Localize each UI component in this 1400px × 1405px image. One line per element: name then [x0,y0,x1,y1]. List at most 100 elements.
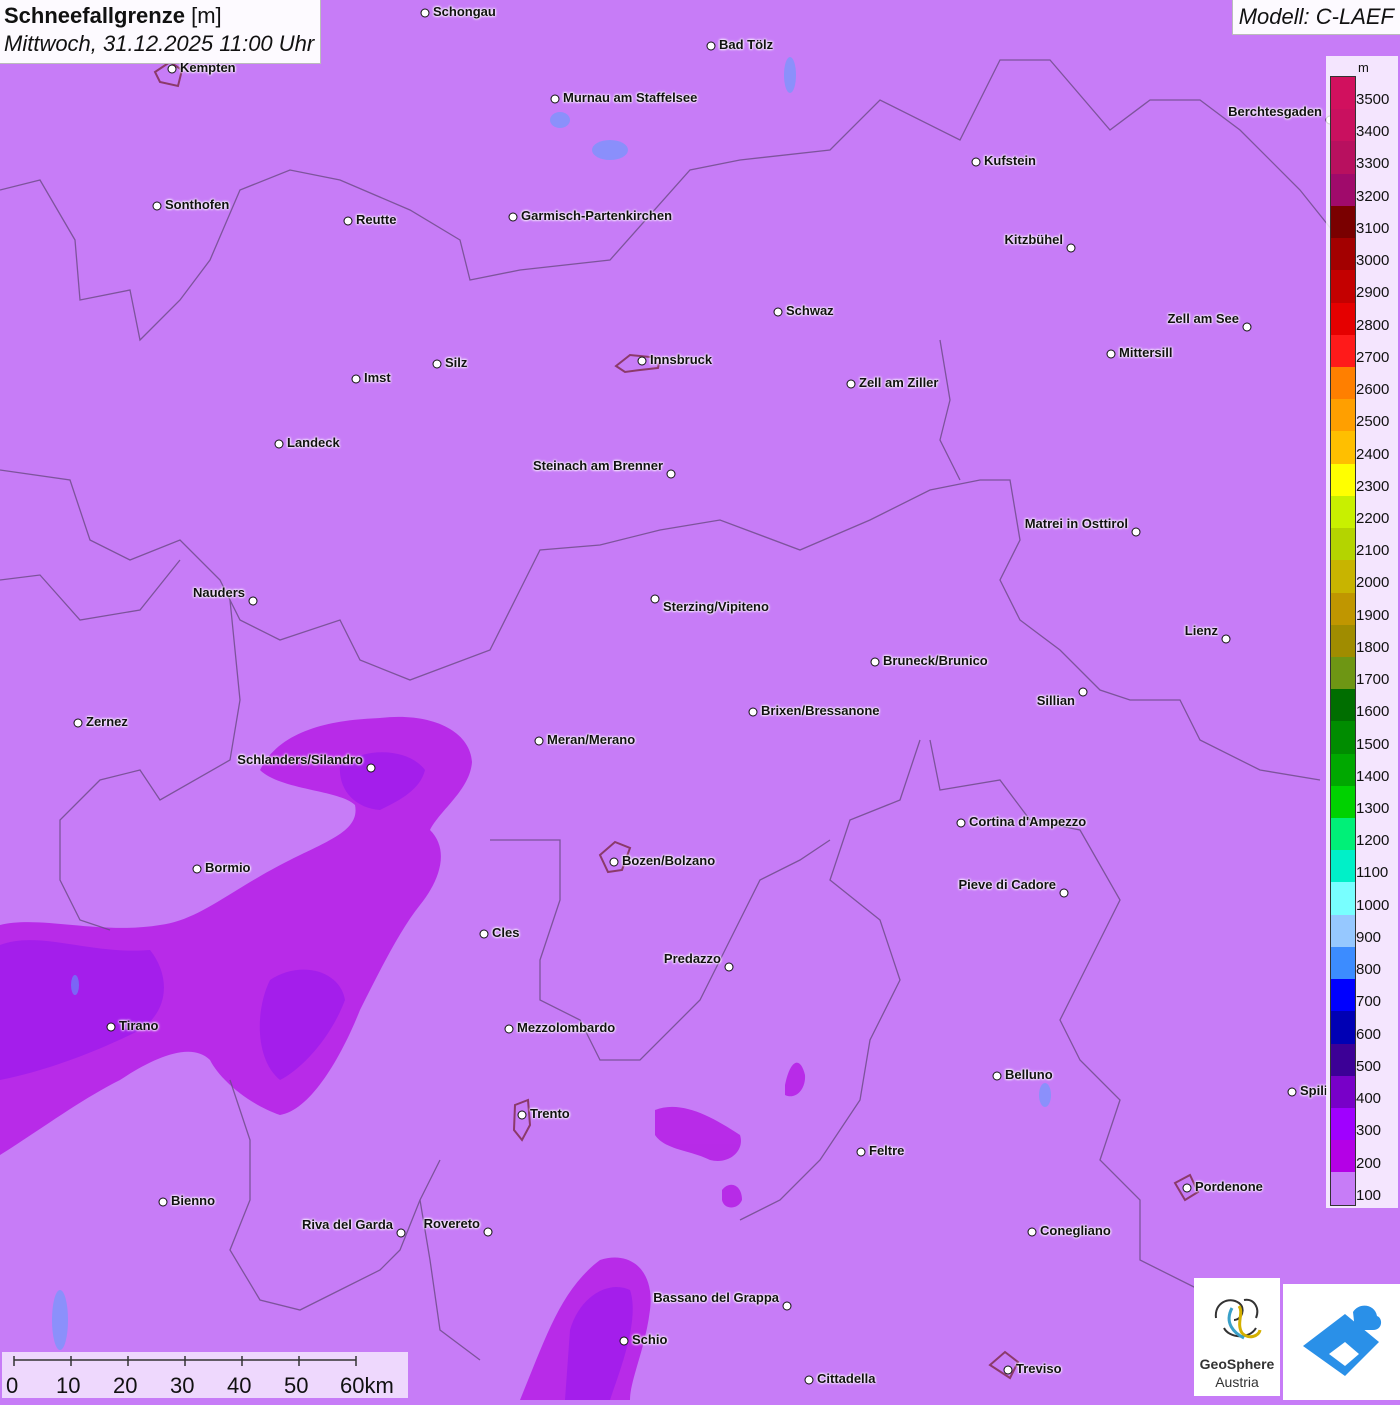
legend-color-step [1331,1108,1355,1141]
scale-tick-label: 50 [284,1373,309,1398]
city-marker [1066,243,1076,253]
city-label: Mezzolombardo [517,1020,616,1035]
city-marker [504,1024,514,1034]
city-label: Predazzo [663,951,721,966]
city-label: Cortina d'Ampezzo [969,814,1087,829]
city-marker [706,41,716,51]
city-label: Steinach am Brenner [532,458,663,473]
city-label: Riva del Garda [301,1217,393,1232]
legend-tick-label: 300 [1356,1122,1382,1140]
scale-tick-label: 30 [170,1373,195,1398]
logo-text-line1: GeoSphere [1199,1356,1275,1372]
city-label: Schlanders/Silandro [237,752,363,767]
city-label: Bormio [205,860,251,875]
city-marker [479,929,489,939]
city-label: Berchtesgaden [1228,104,1322,119]
lake [52,1290,68,1350]
city-marker [106,1022,116,1032]
city-label: Tirano [119,1018,159,1033]
legend-tick-label: 2500 [1356,413,1390,431]
city-label: Treviso [1016,1361,1062,1376]
legend-tick-label: 3400 [1356,123,1390,141]
legend-tick-label: 2600 [1356,381,1390,399]
city-marker [1287,1087,1297,1097]
lake [784,57,796,93]
city-marker [846,379,856,389]
legend-tick-label: 1700 [1356,671,1390,689]
city-label: Cles [492,925,520,940]
city-marker [534,736,544,746]
city-label: Landeck [287,435,340,450]
city-label: Zernez [86,714,128,729]
city-marker [366,763,376,773]
geosphere-logo-icon [1214,1298,1262,1340]
city-label: Silz [445,355,468,370]
legend-tick-label: 200 [1356,1154,1382,1172]
legend-color-step [1331,463,1355,496]
city-marker [650,594,660,604]
map-datetime: Mittwoch, 31.12.2025 11:00 Uhr [4,31,315,56]
city-label: Zell am Ziller [859,375,939,390]
legend-tick-label: 800 [1356,961,1382,979]
city-marker [1182,1183,1192,1193]
city-marker [248,596,258,606]
city-label: Rovereto [423,1216,480,1231]
city-marker [517,1110,527,1120]
scale-tick-label: 40 [227,1373,252,1398]
legend-tick-label: 1200 [1356,832,1390,850]
legend-color-step [1331,785,1355,819]
model-label: Modell: C-LAEF [1231,0,1400,35]
legend-colorbar [1330,76,1356,1206]
city-marker [274,439,284,449]
city-marker [773,307,783,317]
city-marker [508,212,518,222]
city-label: Bad Tölz [719,37,774,52]
legend-color-step [1331,1140,1355,1173]
city-marker [782,1301,792,1311]
city-label: Reutte [356,212,397,227]
scale-tick-label: 10 [56,1373,81,1398]
city-marker [351,374,361,384]
city-label: Zell am See [1167,311,1239,326]
city-marker [432,359,442,369]
city-marker [748,707,758,717]
title-text: Schneefallgrenze [4,3,185,28]
legend-tick-label: 1300 [1356,800,1390,818]
legend-color-step [1331,914,1355,947]
city-label: Sillian [1036,693,1075,708]
legend-tick-label: 2000 [1356,574,1390,592]
legend-color-step [1331,109,1355,142]
legend-tick-label: 500 [1356,1057,1382,1075]
legend-color-step [1331,592,1355,625]
legend-tick-label: 2100 [1356,542,1390,560]
legend-color-step [1331,1075,1355,1108]
city-label: Schongau [433,4,496,19]
legend-color-step [1331,205,1355,239]
city-label: Bassano del Grappa [653,1290,779,1305]
legend-color-step [1331,173,1355,206]
city-label: Kitzbühel [1004,232,1064,247]
city-marker [856,1147,866,1157]
legend-color-step [1331,334,1355,367]
city-label: Pieve di Cadore [958,877,1056,892]
city-label: Schio [632,1332,668,1347]
legend-tick-label: 3300 [1356,155,1390,173]
legend-unit: m [1358,60,1369,75]
legend-color-step [1331,721,1355,754]
scale-tick-label: 20 [113,1373,138,1398]
city-label: Nauders [192,585,245,600]
city-marker [420,8,430,18]
city-marker [483,1227,493,1237]
city-label: Meran/Merano [547,732,636,747]
title-unit: [m] [191,3,222,28]
legend-tick-label: 2300 [1356,477,1390,495]
legend-color-step [1331,1011,1355,1044]
city-label: Pordenone [1195,1179,1263,1194]
legend-color-step [1331,850,1355,883]
city-marker [1078,687,1088,697]
city-label: Brixen/Bressanone [761,703,880,718]
legend-tick-label: 1800 [1356,638,1390,656]
city-label: Conegliano [1040,1223,1111,1238]
city-marker [1131,527,1141,537]
app-logo[interactable] [1283,1284,1400,1400]
